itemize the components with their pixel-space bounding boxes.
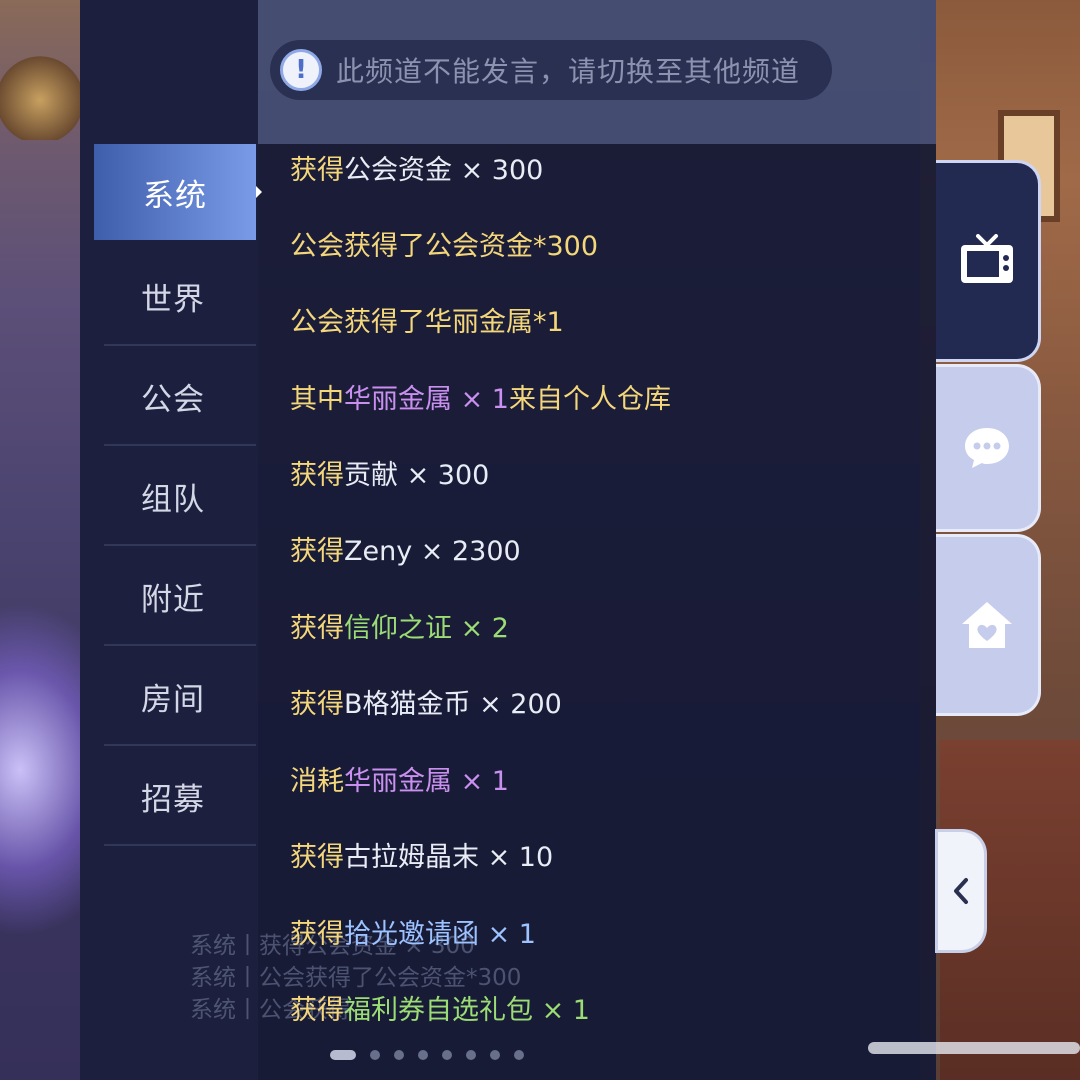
page-dot	[514, 1050, 524, 1060]
channel-label: 房间	[141, 681, 205, 718]
channel-label: 系统	[143, 177, 207, 214]
message-text: Zeny × 2300	[344, 536, 521, 567]
channel-tab-guild[interactable]: 公会	[90, 346, 256, 446]
channel-label: 组队	[141, 481, 205, 518]
item-link[interactable]: 华丽金属 × 1	[344, 766, 509, 797]
message-text: 贡献 × 300	[344, 460, 490, 491]
item-link[interactable]: 信仰之证 × 2	[344, 613, 509, 644]
message-item: 其中华丽金属 × 1来自个人仓库	[290, 375, 671, 425]
message-text: B格猫金币 × 200	[344, 689, 562, 720]
tab-chat[interactable]	[936, 364, 1041, 532]
tv-icon	[961, 234, 1013, 283]
message-text: 获得	[290, 155, 344, 186]
message-text: 消耗	[290, 766, 344, 797]
message-text: 获得	[290, 919, 344, 950]
page-dot	[418, 1050, 428, 1060]
channel-tab-recruit[interactable]: 招募	[90, 746, 256, 846]
chat-bubble-icon	[965, 428, 1009, 468]
page-dot	[330, 1050, 356, 1060]
page-dot	[370, 1050, 380, 1060]
message-item: 获得拾光邀请函 × 1	[290, 910, 536, 960]
tab-home[interactable]	[936, 534, 1041, 716]
channel-label: 世界	[141, 281, 205, 318]
message-item: 获得古拉姆晶末 × 10	[290, 833, 553, 883]
message-item: 消耗华丽金属 × 1	[290, 757, 509, 807]
channel-tab-nearby[interactable]: 附近	[90, 546, 256, 646]
home-heart-icon	[962, 602, 1012, 648]
message-item: 公会获得了华丽金属*1	[290, 298, 564, 348]
message-item: 获得信仰之证 × 2	[290, 604, 509, 654]
page-indicator	[330, 1050, 538, 1060]
item-link[interactable]: 华丽金属 × 1	[344, 384, 509, 415]
info-icon: !	[280, 49, 322, 91]
notice-text: 此频道不能发言，请切换至其他频道	[336, 55, 801, 88]
message-text: 获得	[290, 995, 344, 1026]
message-item: 获得福利券自选礼包 × 1	[290, 986, 590, 1036]
message-item: 获得Zeny × 2300	[290, 527, 521, 577]
message-text: 获得	[290, 689, 344, 720]
notice-banner: ! 此频道不能发言，请切换至其他频道	[270, 40, 832, 100]
page-dot	[490, 1050, 500, 1060]
message-text: 古拉姆晶末 × 10	[344, 842, 554, 873]
message-text: 获得	[290, 613, 344, 644]
message-text: 来自个人仓库	[508, 384, 671, 415]
channel-label: 附近	[141, 581, 205, 618]
message-item: 获得贡献 × 300	[290, 451, 489, 501]
tab-system-messages[interactable]	[936, 160, 1041, 362]
message-text: 获得	[290, 460, 344, 491]
page-dot	[442, 1050, 452, 1060]
message-text: 其中	[290, 384, 344, 415]
message-text: 获得	[290, 842, 344, 873]
message-item: 获得公会资金 × 300	[290, 146, 543, 196]
channel-label: 公会	[141, 381, 205, 418]
lamp-decoration	[0, 40, 80, 140]
message-text: 公会获得了公会资金*300	[290, 231, 599, 262]
channel-label: 招募	[141, 781, 205, 818]
channel-tab-system[interactable]: 系统	[94, 144, 262, 240]
channel-tab-team[interactable]: 组队	[90, 446, 256, 546]
collapse-panel-button[interactable]	[938, 832, 984, 950]
channel-tab-world[interactable]: 世界	[90, 246, 256, 346]
chevron-left-icon	[954, 878, 968, 904]
message-text: 公会资金	[344, 155, 452, 186]
channel-tab-room[interactable]: 房间	[90, 646, 256, 746]
page-dot	[466, 1050, 476, 1060]
chat-panel: 系统 世界 公会 组队 附近 房间 招募 ! 此频道不能发言，请切换至其他频道 …	[80, 0, 936, 1080]
active-marker-icon	[256, 186, 262, 198]
channel-sidebar: 系统 世界 公会 组队 附近 房间 招募	[80, 0, 262, 1080]
message-text: 获得	[290, 536, 344, 567]
page-dot	[394, 1050, 404, 1060]
horizontal-scrollbar[interactable]	[868, 1042, 1080, 1054]
message-item: 公会获得了公会资金*300	[290, 222, 598, 272]
message-item: 获得B格猫金币 × 200	[290, 680, 562, 730]
item-link[interactable]: 福利券自选礼包 × 1	[344, 995, 590, 1026]
message-text: 公会获得了华丽金属*1	[290, 307, 564, 338]
item-link[interactable]: 拾光邀请函 × 1	[344, 919, 536, 950]
message-text: × 300	[452, 155, 544, 186]
